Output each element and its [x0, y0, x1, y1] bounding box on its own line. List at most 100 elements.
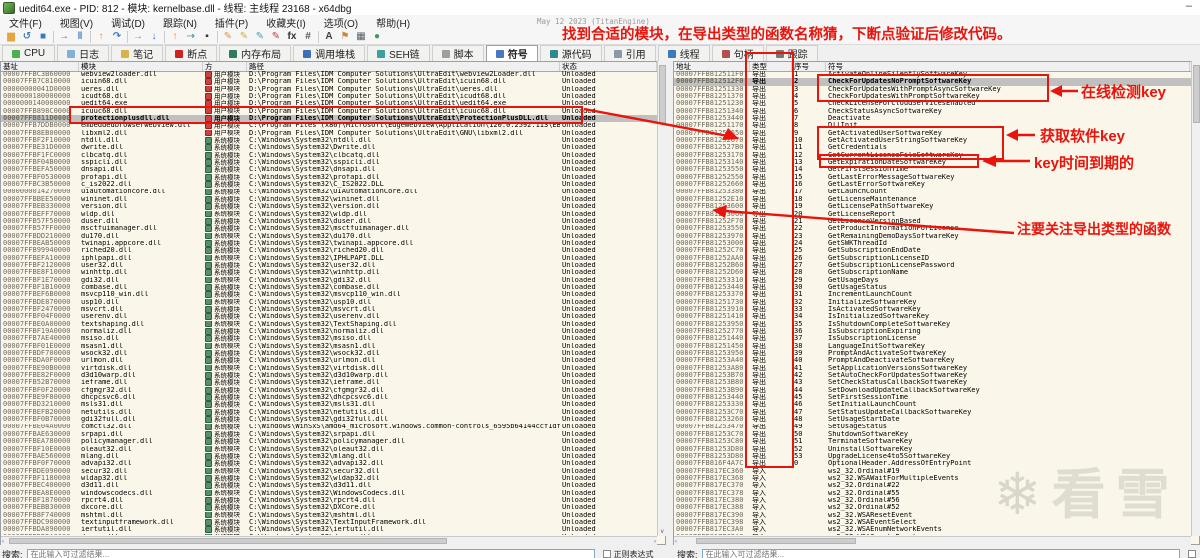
symbol-row[interactable]: 00007FFB817EC390 导入 ws2_32.WSAResetEvent: [674, 512, 1192, 519]
symbol-row[interactable]: 00007FFB81251450 导出 38 LanguageInitSoftware…: [674, 343, 1192, 350]
symbol-row[interactable]: 00007FFB81253C80 导出 51 TerminateSoftwareKey: [674, 438, 1192, 445]
symbol-row[interactable]: 00007FFB81253000 导出 24 GetSWKThreadId: [674, 240, 1192, 247]
patch-icon[interactable]: ✎: [236, 30, 252, 44]
symbols-column-header[interactable]: 序号: [792, 62, 826, 71]
module-row[interactable]: 00007FFBDE090000 secur32.dll 系统模块 C:\Window…: [1, 467, 657, 475]
pencil-icon[interactable]: ✎: [220, 30, 236, 44]
module-row[interactable]: 00007FFBEFF70000 wldp.dll 系统模块 C:\Windows\S…: [1, 210, 657, 218]
module-row[interactable]: 00007FFBDA0F0000 urlmon.dll 系统模块 C:\Windows…: [1, 357, 657, 364]
tab-log[interactable]: 日志: [57, 45, 110, 61]
tab-breakpoints[interactable]: 断点: [165, 45, 218, 61]
module-row[interactable]: 00007FFBEA780000 policymanager.dll 系统模块 C:\…: [1, 438, 657, 445]
module-row[interactable]: 0000000140000000 uedit64.exe 用户模块 D:\Progra…: [1, 100, 657, 107]
module-row[interactable]: 00007FFBF1E70000 gdi32.dll 系统模块 C:\Windows\…: [1, 276, 657, 284]
hash-icon[interactable]: #: [300, 30, 316, 44]
module-row[interactable]: 00007FFB898C0000 icuuc68.dll 用户模块 D:\Progra…: [1, 107, 657, 115]
module-row[interactable]: 00007FFBDC900000 textinputframework.dll 系统…: [1, 518, 657, 526]
module-row[interactable]: 00007FFBF2120000 user32.dll 系统模块 C:\Windows…: [1, 261, 657, 269]
symbol-row[interactable]: 00007FFB81251730 导出 32 InitializeSoftwareKe…: [674, 299, 1192, 306]
module-row[interactable]: 00007FFB811D0000 protectionplusdll.dll 用户模…: [1, 115, 657, 123]
skip-icon[interactable]: ⇢: [183, 30, 199, 44]
module-row[interactable]: 00007FFBF10E0000 oleaut32.dll 系统模块 C:\Windo…: [1, 445, 657, 453]
modules-column-header[interactable]: 模块: [79, 62, 203, 71]
module-row[interactable]: 00007FFBF1FC0000 clbcatq.dll 系统模块 C:\Window…: [1, 151, 657, 159]
menu-item-options[interactable]: 选项(O): [315, 15, 367, 30]
modules-hscroll-thumb[interactable]: [9, 538, 447, 544]
module-row[interactable]: 00007FFBF0F70000 advapi32.dll 系统模块 C:\Windo…: [1, 460, 657, 467]
module-row[interactable]: 00007FFBEFA50000 dnsapi.dll 系统模块 C:\Windows…: [1, 166, 657, 173]
tab-seh-chain[interactable]: SEH链: [367, 45, 430, 61]
font-icon[interactable]: A: [321, 30, 337, 44]
symbol-row[interactable]: 00007FFB81253D80 导出 52 UninstallSoftwareKey: [674, 446, 1192, 453]
run-icon[interactable]: →: [56, 30, 72, 44]
step-out-icon[interactable]: ↓: [146, 30, 162, 44]
symbol-row[interactable]: 00007FFB81253260 导出 48 SetUsageStartDate: [674, 416, 1192, 423]
tab-source[interactable]: 源代码: [539, 45, 602, 61]
module-row[interactable]: 00007FFB7C810000 icuin68.dll 用户模块 D:\Progra…: [1, 78, 657, 85]
symbols-vertical-scrollbar[interactable]: [1191, 61, 1200, 536]
module-row[interactable]: 00007FFBF19A0000 normaliz.dll 系统模块 C:\Windo…: [1, 328, 657, 335]
symbol-row[interactable]: 00007FFB817EC380 导入 ws2_32.Ordinal#56: [674, 497, 1192, 504]
module-row[interactable]: 00007FFB7DDB0000 embeddedbrowserwebview.d…: [1, 122, 657, 129]
module-row[interactable]: 00007FFB57FF0000 msctfuimanager.dll 系统模块 C:…: [1, 225, 657, 232]
symbol-row[interactable]: 00007FFB81253600 导出 19 GetLicensePathSoftwa…: [674, 203, 1192, 210]
symbols-hscroll-thumb[interactable]: [696, 538, 856, 544]
symbol-row[interactable]: 00007FFB81253060 导出 20 GetLicenseReport: [674, 211, 1192, 218]
symbol-row[interactable]: 00007FFB81253C70 导出 47 SetStatusUpdateCallb…: [674, 409, 1192, 416]
symbol-row[interactable]: 00007FFB81253B90 导出 44 SetDownloadUpdateCal…: [674, 387, 1192, 394]
tab-threads[interactable]: 线程: [657, 45, 710, 61]
tab-handles[interactable]: 句柄: [711, 45, 764, 61]
module-row[interactable]: 00007FFBDB2A0000dcomp.dll 系统模块 C:\Windows\…: [1, 533, 657, 535]
symbol-row[interactable]: 00007FFB817EC3A0 导入 ws2_32.WSAEnumNetworkE…: [674, 526, 1192, 533]
module-row[interactable]: 00007FFBD3210000 msls31.dll 系统模块 C:\Windows…: [1, 401, 657, 408]
symbol-row[interactable]: 00007FFB81253B70 导出 42 SetAutoCheckForUpdat…: [674, 372, 1192, 379]
modules-vertical-scrollbar[interactable]: ∨: [657, 61, 666, 536]
module-row[interactable]: 00007FFBE0A00000 textshaping.dll 系统模块 C:\Wi…: [1, 320, 657, 328]
tab-cpu[interactable]: CPU: [2, 45, 56, 61]
symbol-row[interactable]: 00007FFB81253B80 导出 43 SetCheckStatusCallba…: [674, 379, 1192, 386]
modules-search-input[interactable]: [26, 548, 595, 558]
step-into-icon[interactable]: ↑: [93, 30, 109, 44]
symbol-row[interactable]: 00007FFB81253A80 导出 41 SetApplicationVersio…: [674, 365, 1192, 372]
module-row[interactable]: 00007FFB52B70000 ieframe.dll 系统模块 C:\Window…: [1, 379, 657, 386]
symbol-row[interactable]: 00007FFB81253330 导出 46 SetInitialLaunchCoun…: [674, 401, 1192, 408]
calculator-icon[interactable]: ▦: [353, 30, 369, 44]
module-row[interactable]: 00007FFBE31D0000 dwrite.dll 系统模块 C:\Windows…: [1, 144, 657, 151]
module-row[interactable]: 00007FFBDD210000 du170.dll 系统模块 C:\Windows\…: [1, 232, 657, 240]
module-row[interactable]: 00007FFBE8F10000 winhttp.dll 系统模块 C:\Window…: [1, 269, 657, 276]
modules-horizontal-scrollbar[interactable]: ‹ ›: [1, 536, 657, 545]
modules-column-header[interactable]: 基址: [1, 62, 79, 71]
module-row[interactable]: 00007FFBF1870000 rpcrt4.dll 系统模块 C:\Windows…: [1, 496, 657, 504]
symbol-row[interactable]: 00007FFB81251340 导出 6 CheckStatusAsyncSoftw…: [674, 108, 1192, 115]
modules-column-header[interactable]: 状态: [560, 62, 657, 71]
modules-vscroll-thumb[interactable]: [659, 65, 666, 123]
symbols-search-input[interactable]: [701, 548, 1180, 558]
symbol-row[interactable]: 00007FFB81253370 导出 31 IncrementLaunchCount: [674, 291, 1192, 298]
menu-item-trace[interactable]: 跟踪(N): [154, 15, 206, 30]
module-row[interactable]: 00007FFBF0530000 profapi.dll 系统模块 C:\Window…: [1, 173, 657, 181]
module-row[interactable]: 00007FFBF04B0000 sspicli.dll 系统模块 C:\Window…: [1, 159, 657, 166]
module-row[interactable]: 00007FFB8EB00000 libxml2.dll 用户模块 D:\Progra…: [1, 129, 657, 137]
symbol-row[interactable]: 00007FFB81252AA0 导出 26 GetSubscriptionLicen…: [674, 255, 1192, 262]
pause-icon[interactable]: ‖: [72, 30, 88, 44]
module-row[interactable]: 00007FFBF0B70000 gdi32full.dll 系统模块 C:\Wind…: [1, 416, 657, 423]
symbol-row[interactable]: 00007FFB81253440 导出 30 GetUsageStatus: [674, 284, 1192, 291]
menu-item-file[interactable]: 文件(F): [0, 15, 51, 30]
symbol-row[interactable]: 00007FFB817EC388 导入 ws2_32.Ordinal#52: [674, 504, 1192, 511]
tab-notes[interactable]: 笔记: [111, 45, 164, 61]
tab-symbols[interactable]: 符号: [485, 45, 538, 61]
restart-icon[interactable]: ↺: [19, 30, 35, 44]
module-row[interactable]: 00007FFBEAB50000 twinapi.appcore.dll 系统模块 C…: [1, 239, 657, 247]
symbols-hscroll-left-arrow[interactable]: ‹: [675, 538, 677, 546]
menu-item-debug[interactable]: 调试(D): [102, 15, 154, 30]
modules-column-header[interactable]: 方: [203, 62, 247, 71]
modules-vscroll-down-arrow[interactable]: ∨: [660, 528, 664, 536]
run-to-cursor-icon[interactable]: →: [130, 30, 146, 44]
symbol-row[interactable]: 00007FFB81253A40 导出 40 PromptAndDeactivateS…: [674, 357, 1192, 364]
module-row[interactable]: 00007FFBF2470000 msvcrt.dll 系统模块 C:\Windows…: [1, 306, 657, 313]
module-row[interactable]: 00007FFBE82F0000 d3d10warp.dll 系统模块 C:\Wind…: [1, 372, 657, 379]
symbol-row[interactable]: 00007FFB81252550 导出 15 GetLastErrorMessageS…: [674, 174, 1192, 181]
module-row[interactable]: 0000000014270000 uiautomationcore.dll 系统模块…: [1, 188, 657, 196]
modules-hscroll-left-arrow[interactable]: ‹: [2, 538, 4, 546]
panel-splitter[interactable]: [666, 61, 673, 545]
